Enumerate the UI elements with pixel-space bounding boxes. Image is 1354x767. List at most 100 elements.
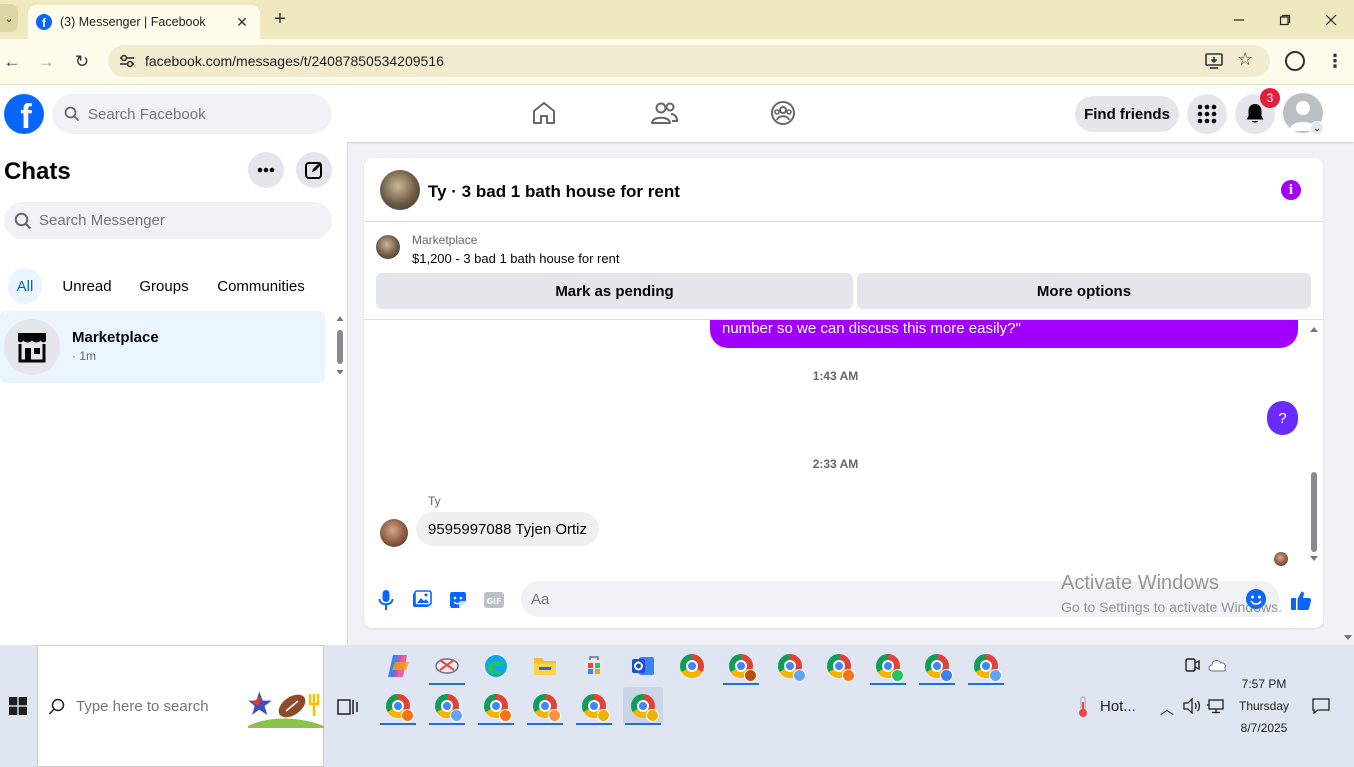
volume-icon[interactable] xyxy=(1183,698,1201,714)
menu-grid-button[interactable] xyxy=(1187,94,1227,134)
browser-menu-icon[interactable]: ⋮ xyxy=(1326,51,1344,72)
filter-unread[interactable]: Unread xyxy=(54,268,120,304)
page-scrollbar[interactable] xyxy=(1342,142,1354,645)
thumbs-up-icon[interactable] xyxy=(1289,588,1313,612)
snipping-tool-app-icon[interactable] xyxy=(427,647,467,685)
chrome-window-icon-active[interactable] xyxy=(623,687,663,725)
address-bar[interactable]: facebook.com/messages/t/2408785053420951… xyxy=(108,45,1270,77)
messenger-search-input[interactable] xyxy=(39,212,299,229)
close-window-icon[interactable] xyxy=(1308,0,1354,39)
taskbar-search[interactable] xyxy=(37,645,324,767)
chrome-app-icon[interactable] xyxy=(672,647,712,685)
weather-text[interactable]: Hot... xyxy=(1100,698,1136,715)
thermometer-icon[interactable] xyxy=(1076,696,1090,718)
chrome-window-icon[interactable] xyxy=(574,687,614,725)
profile-badge-icon xyxy=(793,669,806,682)
clock-day[interactable]: Thursday xyxy=(1232,699,1296,713)
football-highlight-icon[interactable] xyxy=(248,686,324,728)
new-tab-plus-icon[interactable]: + xyxy=(270,8,290,31)
edge-app-icon[interactable] xyxy=(476,647,516,685)
install-app-icon[interactable] xyxy=(1204,51,1224,71)
taskbar-search-input[interactable] xyxy=(76,698,256,715)
tab-search-chevron-icon[interactable]: ⌄ xyxy=(0,4,18,32)
facebook-search-input[interactable] xyxy=(88,105,308,123)
chat-list-item[interactable]: Marketplace · 1m xyxy=(0,311,325,383)
home-icon[interactable] xyxy=(529,98,559,128)
outgoing-message-bubble[interactable]: number so we can discuss this more easil… xyxy=(710,320,1298,348)
reload-icon[interactable]: ↻ xyxy=(70,50,94,74)
bookmark-star-icon[interactable]: ☆ xyxy=(1237,49,1253,70)
chrome-icon xyxy=(533,694,561,722)
notification-center-icon[interactable] xyxy=(1312,697,1330,715)
chrome-window-icon[interactable] xyxy=(476,687,516,725)
minimize-icon[interactable] xyxy=(1216,0,1262,39)
find-friends-button[interactable]: Find friends xyxy=(1075,96,1179,132)
network-icon[interactable] xyxy=(1207,698,1225,714)
edge-glyph xyxy=(485,655,507,677)
facebook-logo-icon[interactable]: f xyxy=(4,94,44,134)
folder-glyph xyxy=(534,658,556,675)
file-explorer-app-icon[interactable] xyxy=(525,647,565,685)
site-info-icon[interactable] xyxy=(118,52,136,70)
restore-icon[interactable] xyxy=(1262,0,1308,39)
groups-icon[interactable] xyxy=(768,98,798,128)
chrome-profile-app-icon[interactable] xyxy=(721,647,761,685)
copilot-app-icon[interactable] xyxy=(378,647,418,685)
forward-arrow-icon[interactable]: → xyxy=(34,50,58,74)
search-icon xyxy=(14,212,32,229)
chrome-profile-app-icon[interactable] xyxy=(966,647,1006,685)
message-input[interactable] xyxy=(531,590,1231,608)
windows-logo-glyph xyxy=(9,697,27,715)
more-options-button[interactable]: More options xyxy=(857,273,1311,309)
listing-title[interactable]: $1,200 - 3 bad 1 bath house for rent xyxy=(412,251,619,266)
emoji-icon[interactable] xyxy=(1245,588,1267,610)
chrome-profile-app-icon[interactable] xyxy=(917,647,957,685)
chat-list-scrollbar[interactable] xyxy=(335,314,345,374)
sender-avatar[interactable] xyxy=(380,519,408,547)
filter-groups[interactable]: Groups xyxy=(131,268,197,304)
chrome-window-icon[interactable] xyxy=(378,687,418,725)
back-arrow-icon[interactable]: ← xyxy=(0,50,24,74)
browser-tab-messenger[interactable]: f (3) Messenger | Facebook ✕ xyxy=(28,5,260,39)
tab-close-icon[interactable]: ✕ xyxy=(234,14,250,31)
chrome-window-icon[interactable] xyxy=(525,687,565,725)
message-input-box[interactable] xyxy=(521,581,1279,617)
browser-profile-icon[interactable] xyxy=(1285,51,1305,71)
attach-photo-icon[interactable] xyxy=(410,588,434,612)
incoming-message-bubble[interactable]: 9595997088 Tyjen Ortiz xyxy=(416,512,600,546)
filter-all[interactable]: All xyxy=(8,268,42,304)
clock-date[interactable]: 8/7/2025 xyxy=(1232,721,1296,735)
gif-icon[interactable]: GIF xyxy=(482,588,506,612)
sticker-icon[interactable] xyxy=(446,588,470,612)
onedrive-cloud-icon[interactable] xyxy=(1207,658,1227,672)
profile-badge-icon xyxy=(597,709,610,722)
new-message-button[interactable] xyxy=(296,152,332,188)
message-timestamp: 1:43 AM xyxy=(812,369,859,383)
windows-start-icon[interactable] xyxy=(0,687,36,725)
chrome-profile-app-icon[interactable] xyxy=(770,647,810,685)
friends-icon[interactable] xyxy=(649,98,679,128)
task-view-icon[interactable] xyxy=(337,697,359,717)
show-hidden-icons-chevron-up-icon[interactable]: ︿ xyxy=(1160,699,1174,719)
messenger-search[interactable] xyxy=(4,202,332,239)
outgoing-message-bubble[interactable]: ? xyxy=(1267,401,1298,435)
outlook-app-icon[interactable] xyxy=(623,647,663,685)
microsoft-store-app-icon[interactable] xyxy=(574,647,614,685)
account-chevron-down-icon[interactable]: ⌄ xyxy=(1310,121,1324,135)
chrome-icon xyxy=(974,654,1002,682)
chats-options-button[interactable] xyxy=(248,152,284,188)
chrome-profile-app-icon[interactable] xyxy=(868,647,908,685)
conversation-title[interactable]: Ty · 3 bad 1 bath house for rent xyxy=(428,182,680,202)
facebook-search[interactable] xyxy=(52,94,332,134)
mark-as-pending-button[interactable]: Mark as pending xyxy=(376,273,853,309)
meet-now-icon[interactable] xyxy=(1184,657,1200,673)
chrome-icon xyxy=(778,654,806,682)
conversation-info-icon[interactable]: i xyxy=(1281,180,1301,200)
filter-communities[interactable]: Communities xyxy=(208,268,314,304)
voice-clip-icon[interactable] xyxy=(374,588,398,612)
chrome-profile-app-icon[interactable] xyxy=(819,647,859,685)
contact-avatar[interactable] xyxy=(380,170,420,210)
clock-time[interactable]: 7:57 PM xyxy=(1232,677,1296,691)
chrome-window-icon[interactable] xyxy=(427,687,467,725)
thread-scrollbar[interactable] xyxy=(1308,322,1320,566)
